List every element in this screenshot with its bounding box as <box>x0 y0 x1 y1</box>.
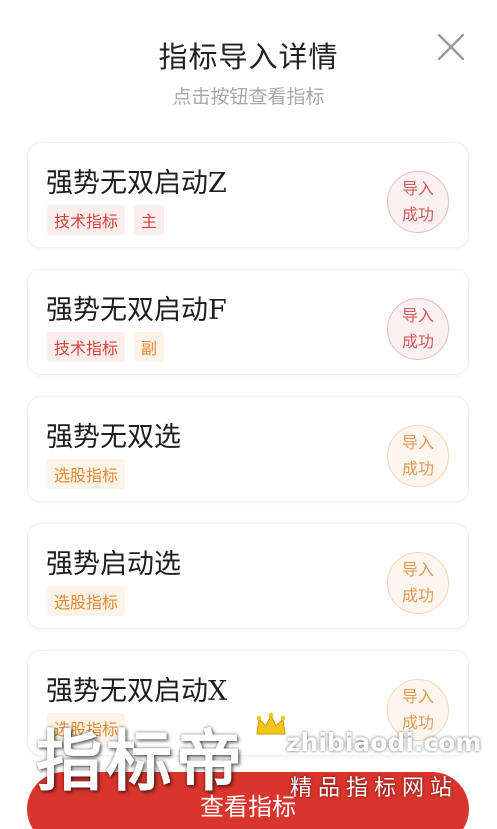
type-tag: 主 <box>134 205 165 235</box>
indicator-name: 强势无双启动Z <box>46 168 227 199</box>
close-icon[interactable] <box>432 28 470 66</box>
stamp-line1: 导入 <box>401 179 434 198</box>
indicator-card[interactable]: 强势无双启动X 选股指标 导入 成功 <box>27 650 469 756</box>
indicator-name: 强势无双启动X <box>46 676 228 707</box>
indicator-name: 强势无双选 <box>46 422 181 453</box>
stamp-line2: 成功 <box>401 332 434 351</box>
indicator-name: 强势无双启动F <box>46 295 227 326</box>
indicator-tags: 技术指标 主 <box>47 205 173 235</box>
stamp-line1: 导入 <box>401 306 434 325</box>
indicator-tags: 选股指标 <box>47 459 134 489</box>
stamp-line2: 成功 <box>401 205 434 224</box>
stamp-line2: 成功 <box>401 586 434 605</box>
stamp-line2: 成功 <box>401 459 434 478</box>
stamp-line2: 成功 <box>401 713 434 732</box>
import-detail-dialog: 指标导入详情 点击按钮查看指标 强势无双启动Z 技术指标 主 导入 成功 强势无… <box>0 0 497 829</box>
dialog-title: 指标导入详情 <box>158 40 339 74</box>
indicator-card[interactable]: 强势无双启动Z 技术指标 主 导入 成功 <box>27 142 469 248</box>
indicator-card[interactable]: 强势无双选 选股指标 导入 成功 <box>27 396 469 502</box>
category-tag: 选股指标 <box>47 459 126 489</box>
import-success-stamp: 导入 成功 <box>387 679 449 741</box>
dialog-subtitle: 点击按钮查看指标 <box>172 86 325 108</box>
stamp-line1: 导入 <box>401 433 434 452</box>
indicator-list: 强势无双启动Z 技术指标 主 导入 成功 强势无双启动F 技术指标 副 导入 成… <box>27 142 469 777</box>
indicator-tags: 选股指标 <box>47 586 134 616</box>
indicator-tags: 选股指标 <box>47 713 134 743</box>
import-success-stamp: 导入 成功 <box>387 171 449 233</box>
category-tag: 选股指标 <box>47 586 126 616</box>
indicator-tags: 技术指标 副 <box>47 332 173 362</box>
indicator-card[interactable]: 强势启动选 选股指标 导入 成功 <box>27 523 469 629</box>
view-indicators-button[interactable]: 查看指标 <box>27 772 469 829</box>
import-success-stamp: 导入 成功 <box>387 552 449 614</box>
category-tag: 选股指标 <box>47 713 126 743</box>
indicator-card[interactable]: 强势无双启动F 技术指标 副 导入 成功 <box>27 269 469 375</box>
type-tag: 副 <box>134 332 165 362</box>
import-success-stamp: 导入 成功 <box>387 298 449 360</box>
category-tag: 技术指标 <box>47 332 126 362</box>
stamp-line1: 导入 <box>401 560 434 579</box>
indicator-name: 强势启动选 <box>46 549 181 580</box>
stamp-line1: 导入 <box>401 687 434 706</box>
category-tag: 技术指标 <box>47 205 126 235</box>
import-success-stamp: 导入 成功 <box>387 425 449 487</box>
